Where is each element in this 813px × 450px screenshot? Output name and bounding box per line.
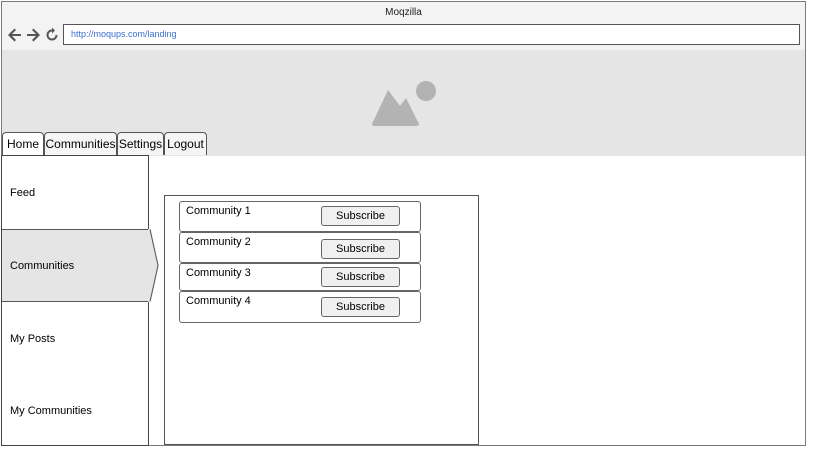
list-item: Community 2 Subscribe — [179, 232, 421, 263]
list-item: Community 3 Subscribe — [179, 263, 421, 291]
sidebar-item-label: My Communities — [10, 405, 92, 417]
sidebar-item-label: Communities — [10, 259, 75, 272]
tab-communities[interactable]: Communities — [44, 132, 117, 155]
sidebar-item-my-posts[interactable]: My Posts — [2, 302, 148, 375]
sidebar-item-feed[interactable]: Feed — [2, 156, 148, 229]
community-name: Community 2 — [186, 236, 251, 248]
image-placeholder-icon — [372, 81, 436, 126]
community-name: Community 1 — [186, 205, 251, 217]
sidebar-item-my-communities[interactable]: My Communities — [2, 375, 148, 447]
subscribe-button[interactable]: Subscribe — [321, 239, 400, 259]
window-title: Moqzilla — [2, 2, 805, 25]
forward-arrow-icon[interactable] — [25, 26, 41, 44]
sidebar-nav: Feed Communities My Posts My Communities — [1, 155, 149, 446]
subscribe-button[interactable]: Subscribe — [321, 206, 400, 226]
tab-logout[interactable]: Logout — [164, 132, 207, 155]
subscribe-button[interactable]: Subscribe — [321, 267, 400, 287]
tab-home[interactable]: Home — [2, 132, 44, 155]
browser-nav-bar: http://moqups.com/landing — [2, 24, 805, 50]
community-name: Community 3 — [186, 267, 251, 279]
reload-icon[interactable] — [44, 26, 60, 44]
sidebar-item-communities[interactable]: Communities — [2, 229, 148, 302]
url-input[interactable]: http://moqups.com/landing — [63, 24, 800, 45]
tab-settings[interactable]: Settings — [117, 132, 164, 155]
sidebar-item-label: Feed — [10, 186, 36, 199]
selected-indicator-arrow — [148, 229, 159, 302]
sidebar-item-label: My Posts — [10, 332, 56, 345]
back-arrow-icon[interactable] — [7, 26, 23, 44]
list-item: Community 1 Subscribe — [179, 201, 421, 232]
community-name: Community 4 — [186, 295, 251, 307]
list-item: Community 4 Subscribe — [179, 291, 421, 323]
subscribe-button[interactable]: Subscribe — [321, 297, 400, 317]
